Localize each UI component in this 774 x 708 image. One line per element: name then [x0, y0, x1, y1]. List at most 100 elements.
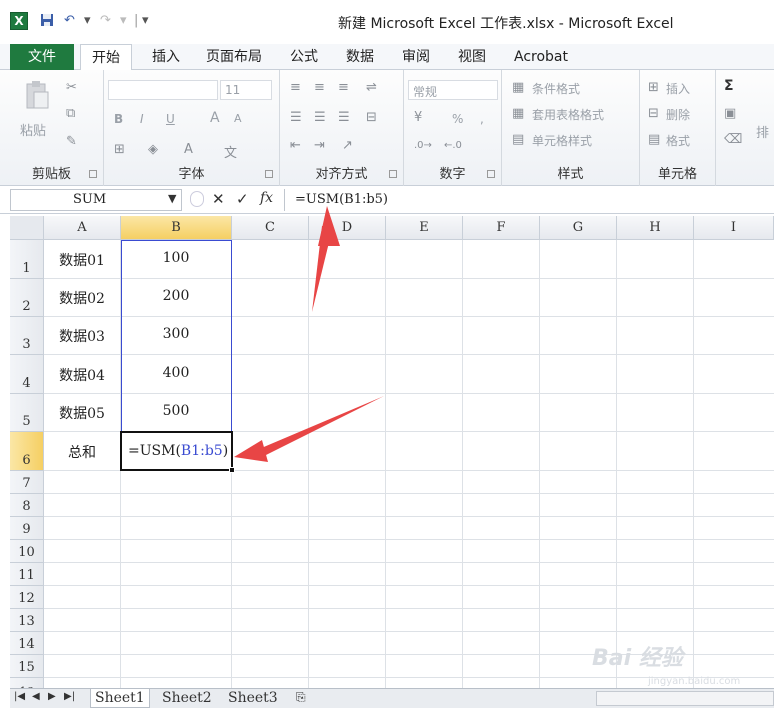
enter-icon[interactable]: ✓	[236, 190, 249, 208]
align-center-icon[interactable]: ☰	[314, 110, 326, 125]
cut-icon[interactable]: ✂	[66, 80, 77, 95]
row-header-13[interactable]: 13	[10, 609, 44, 632]
insert-function-icon[interactable]: fx	[260, 190, 273, 206]
row-header-6[interactable]: 6	[10, 432, 44, 471]
tab-home[interactable]: 开始	[80, 44, 132, 71]
tab-formulas[interactable]: 公式	[284, 44, 324, 70]
border-icon[interactable]: ⊞	[114, 142, 125, 157]
paste-icon[interactable]	[24, 80, 50, 114]
dialog-launcher-icon[interactable]	[89, 170, 97, 178]
row-header-16[interactable]: 16	[10, 678, 44, 688]
shrink-font-button[interactable]: A	[234, 112, 242, 125]
select-all-corner[interactable]	[10, 216, 44, 240]
tab-review[interactable]: 审阅	[396, 44, 436, 70]
percent-button[interactable]: %	[452, 112, 463, 126]
format-as-table-button[interactable]: 套用表格格式	[532, 106, 604, 123]
increase-decimal-icon[interactable]: .0→	[414, 140, 432, 151]
row-header-4[interactable]: 4	[10, 355, 44, 394]
conditional-format-icon[interactable]: ▦	[512, 80, 524, 95]
cell-a6[interactable]: 总和	[44, 442, 120, 462]
tab-file[interactable]: 文件	[10, 44, 74, 70]
first-sheet-icon[interactable]: |◀	[14, 691, 25, 702]
format-cells-icon[interactable]: ▤	[648, 132, 660, 147]
cell-a1[interactable]: 数据01	[44, 250, 120, 270]
format-cells-button[interactable]: 格式	[666, 132, 690, 149]
autosum-button[interactable]: Σ	[724, 78, 734, 94]
row-header-10[interactable]: 10	[10, 540, 44, 563]
sheet-tab-sheet1[interactable]: Sheet1	[90, 689, 150, 708]
grow-font-button[interactable]: A	[210, 110, 220, 126]
row-header-12[interactable]: 12	[10, 586, 44, 609]
formula-bar-expander[interactable]	[190, 191, 204, 207]
clear-icon[interactable]: ⌫	[724, 132, 742, 147]
row-header-8[interactable]: 8	[10, 494, 44, 517]
active-cell-b6[interactable]: =USM(B1:b5)	[120, 431, 233, 471]
horizontal-scrollbar[interactable]	[596, 691, 774, 706]
prev-sheet-icon[interactable]: ◀	[32, 691, 40, 702]
cell-styles-button[interactable]: 单元格样式	[532, 132, 592, 149]
conditional-format-button[interactable]: 条件格式	[532, 80, 580, 97]
table-format-icon[interactable]: ▦	[512, 106, 524, 121]
cell-style-icon[interactable]: ▤	[512, 132, 524, 147]
row-header-15[interactable]: 15	[10, 655, 44, 678]
sheet-tab-sheet3[interactable]: Sheet3	[224, 689, 282, 708]
last-sheet-icon[interactable]: ▶|	[64, 691, 75, 702]
column-header-i[interactable]: I	[694, 216, 774, 240]
column-header-g[interactable]: G	[540, 216, 617, 240]
font-name-select[interactable]	[108, 80, 218, 100]
next-sheet-icon[interactable]: ▶	[48, 691, 56, 702]
undo-icon[interactable]: ↶	[64, 13, 75, 28]
chevron-down-icon[interactable]: ▾	[84, 13, 91, 28]
column-header-b[interactable]: B	[121, 216, 232, 240]
column-header-f[interactable]: F	[463, 216, 540, 240]
bold-button[interactable]: B	[114, 112, 123, 126]
row-header-1[interactable]: 1	[10, 240, 44, 279]
excel-app-icon[interactable]: X	[10, 12, 28, 30]
fill-handle[interactable]	[229, 467, 235, 473]
dialog-launcher-icon[interactable]	[389, 170, 397, 178]
merge-cells-icon[interactable]: ⊟	[366, 110, 377, 125]
delete-cells-icon[interactable]: ⊟	[648, 106, 659, 121]
insert-cells-icon[interactable]: ⊞	[648, 80, 659, 95]
tab-view[interactable]: 视图	[452, 44, 492, 70]
row-header-14[interactable]: 14	[10, 632, 44, 655]
align-left-icon[interactable]: ☰	[290, 110, 302, 125]
align-right-icon[interactable]: ☰	[338, 110, 350, 125]
format-painter-icon[interactable]: ✎	[66, 134, 77, 149]
column-header-d[interactable]: D	[309, 216, 386, 240]
formula-input[interactable]: =USM(B1:b5)	[284, 189, 774, 211]
column-header-a[interactable]: A	[44, 216, 121, 240]
decrease-decimal-icon[interactable]: ←.0	[444, 140, 462, 151]
redo-icon[interactable]: ↷	[100, 13, 111, 28]
phonetic-icon[interactable]: 文	[224, 142, 237, 161]
row-header-7[interactable]: 7	[10, 471, 44, 494]
italic-button[interactable]: I	[140, 112, 144, 126]
save-icon[interactable]	[40, 13, 54, 31]
align-middle-icon[interactable]: ≡	[314, 80, 325, 95]
row-header-5[interactable]: 5	[10, 394, 44, 432]
tab-page-layout[interactable]: 页面布局	[200, 44, 268, 70]
sort-filter-button[interactable]: 排	[756, 122, 769, 141]
row-header-2[interactable]: 2	[10, 279, 44, 317]
copy-icon[interactable]: ⧉	[66, 106, 75, 121]
column-header-h[interactable]: H	[617, 216, 694, 240]
name-box[interactable]: SUM	[10, 189, 182, 211]
dialog-launcher-icon[interactable]	[265, 170, 273, 178]
fill-color-icon[interactable]: ◈	[148, 142, 158, 157]
row-header-9[interactable]: 9	[10, 517, 44, 540]
tab-insert[interactable]: 插入	[146, 44, 186, 70]
delete-cells-button[interactable]: 删除	[666, 106, 690, 123]
font-size-select[interactable]: 11	[220, 80, 272, 100]
cancel-icon[interactable]: ✕	[212, 190, 225, 208]
orientation-icon[interactable]: ↗	[342, 138, 353, 153]
row-header-3[interactable]: 3	[10, 317, 44, 355]
chevron-down-icon[interactable]: ▼	[168, 192, 176, 205]
tab-data[interactable]: 数据	[340, 44, 380, 70]
cell-a5[interactable]: 数据05	[44, 403, 120, 423]
currency-icon[interactable]: ¥	[414, 110, 422, 125]
number-format-select[interactable]: 常规	[408, 80, 498, 100]
dialog-launcher-icon[interactable]	[487, 170, 495, 178]
cell-a2[interactable]: 数据02	[44, 288, 120, 308]
spreadsheet-grid[interactable]: A B C D E F G H I 1 2 3 4 5 6 7 8 9 10 1…	[10, 216, 774, 688]
column-header-c[interactable]: C	[232, 216, 309, 240]
